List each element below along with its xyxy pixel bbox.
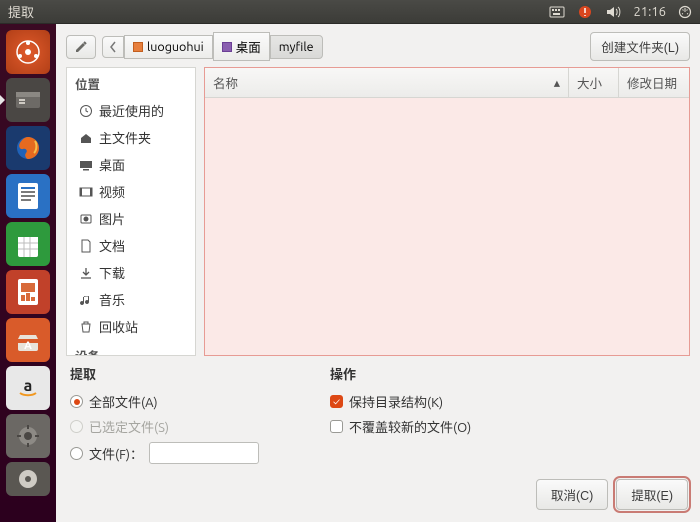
place-home[interactable]: 主文件夹 <box>67 124 195 151</box>
place-desktop[interactable]: 桌面 <box>67 151 195 178</box>
path-seg-1-label: 桌面 <box>236 37 261 56</box>
listing-columns: 名称▴ 大小 修改日期 <box>205 68 689 98</box>
launcher-files-icon[interactable] <box>6 78 50 122</box>
places-header: 位置 <box>67 68 195 97</box>
file-listing[interactable]: 名称▴ 大小 修改日期 <box>204 67 690 356</box>
checkbox-icon <box>330 420 343 433</box>
col-name[interactable]: 名称▴ <box>205 68 569 97</box>
cancel-button[interactable]: 取消(C) <box>536 479 608 510</box>
svg-text:a: a <box>24 377 33 395</box>
path-seg-0-label: luoguohui <box>147 40 204 54</box>
launcher-firefox-icon[interactable] <box>6 126 50 170</box>
checkbox-icon <box>330 395 343 408</box>
options-area: 提取 全部文件(A) 已选定文件(S) 文件(F)： 操作 保持目录结构(K) … <box>56 356 700 471</box>
dialog-actions: 取消(C) 提取(E) <box>56 471 700 522</box>
place-trash[interactable]: 回收站 <box>67 313 195 340</box>
path-bar: luoguohui 桌面 myfile <box>102 32 323 61</box>
create-folder-button[interactable]: 创建文件夹(L) <box>590 32 690 61</box>
launcher-impress-icon[interactable] <box>6 270 50 314</box>
path-seg-1[interactable]: 桌面 <box>213 32 270 61</box>
opt-no-overwrite[interactable]: 不覆盖较新的文件(O) <box>330 414 471 439</box>
devices-header: 设备 <box>67 340 195 356</box>
path-seg-2[interactable]: myfile <box>270 35 323 59</box>
radio-icon <box>70 447 83 460</box>
toolbar: luoguohui 桌面 myfile 创建文件夹(L) <box>56 24 700 67</box>
path-prev-button[interactable] <box>102 36 124 58</box>
action-header: 操作 <box>330 364 471 383</box>
radio-icon <box>70 395 83 408</box>
top-menubar: 提取 21:16 <box>0 0 700 24</box>
place-downloads[interactable]: 下载 <box>67 259 195 286</box>
update-indicator-icon[interactable] <box>577 4 593 20</box>
place-recent[interactable]: 最近使用的 <box>67 97 195 124</box>
launcher-calc-icon[interactable] <box>6 222 50 266</box>
sort-asc-icon: ▴ <box>554 75 560 90</box>
launcher-media-icon[interactable] <box>6 462 50 496</box>
launcher-settings-icon[interactable] <box>6 414 50 458</box>
path-seg-0[interactable]: luoguohui <box>124 35 213 59</box>
unity-launcher: A a <box>0 24 56 522</box>
extract-button[interactable]: 提取(E) <box>616 479 688 510</box>
svg-text:A: A <box>24 340 32 352</box>
launcher-software-icon[interactable]: A <box>6 318 50 362</box>
edit-path-button[interactable] <box>66 35 96 59</box>
listing-empty-area[interactable] <box>205 98 689 355</box>
opt-selected-files: 已选定文件(S) <box>70 414 300 439</box>
place-documents[interactable]: 文档 <box>67 232 195 259</box>
launcher-dash-icon[interactable] <box>6 30 50 74</box>
opt-all-files[interactable]: 全部文件(A) <box>70 389 300 414</box>
place-videos[interactable]: 视频 <box>67 178 195 205</box>
radio-icon <box>70 420 83 433</box>
clock-text[interactable]: 21:16 <box>633 5 666 19</box>
launcher-amazon-icon[interactable]: a <box>6 366 50 410</box>
places-sidebar: 位置 最近使用的 主文件夹 桌面 视频 图片 文档 下载 音乐 回收站 设备 V… <box>66 67 196 356</box>
place-music[interactable]: 音乐 <box>67 286 195 313</box>
opt-keep-structure[interactable]: 保持目录结构(K) <box>330 389 471 414</box>
extract-header: 提取 <box>70 364 300 383</box>
keyboard-indicator-icon[interactable] <box>549 5 565 19</box>
path-seg-2-label: myfile <box>279 40 314 54</box>
session-indicator-icon[interactable] <box>678 5 692 19</box>
opt-file-pattern[interactable]: 文件(F)： <box>70 439 300 467</box>
place-pictures[interactable]: 图片 <box>67 205 195 232</box>
col-size[interactable]: 大小 <box>569 68 619 97</box>
launcher-writer-icon[interactable] <box>6 174 50 218</box>
window-title: 提取 <box>8 2 34 21</box>
extract-dialog: luoguohui 桌面 myfile 创建文件夹(L) 位置 最近使用的 主文… <box>56 24 700 522</box>
sound-indicator-icon[interactable] <box>605 5 621 19</box>
col-date[interactable]: 修改日期 <box>619 68 689 97</box>
file-pattern-input[interactable] <box>149 442 259 464</box>
